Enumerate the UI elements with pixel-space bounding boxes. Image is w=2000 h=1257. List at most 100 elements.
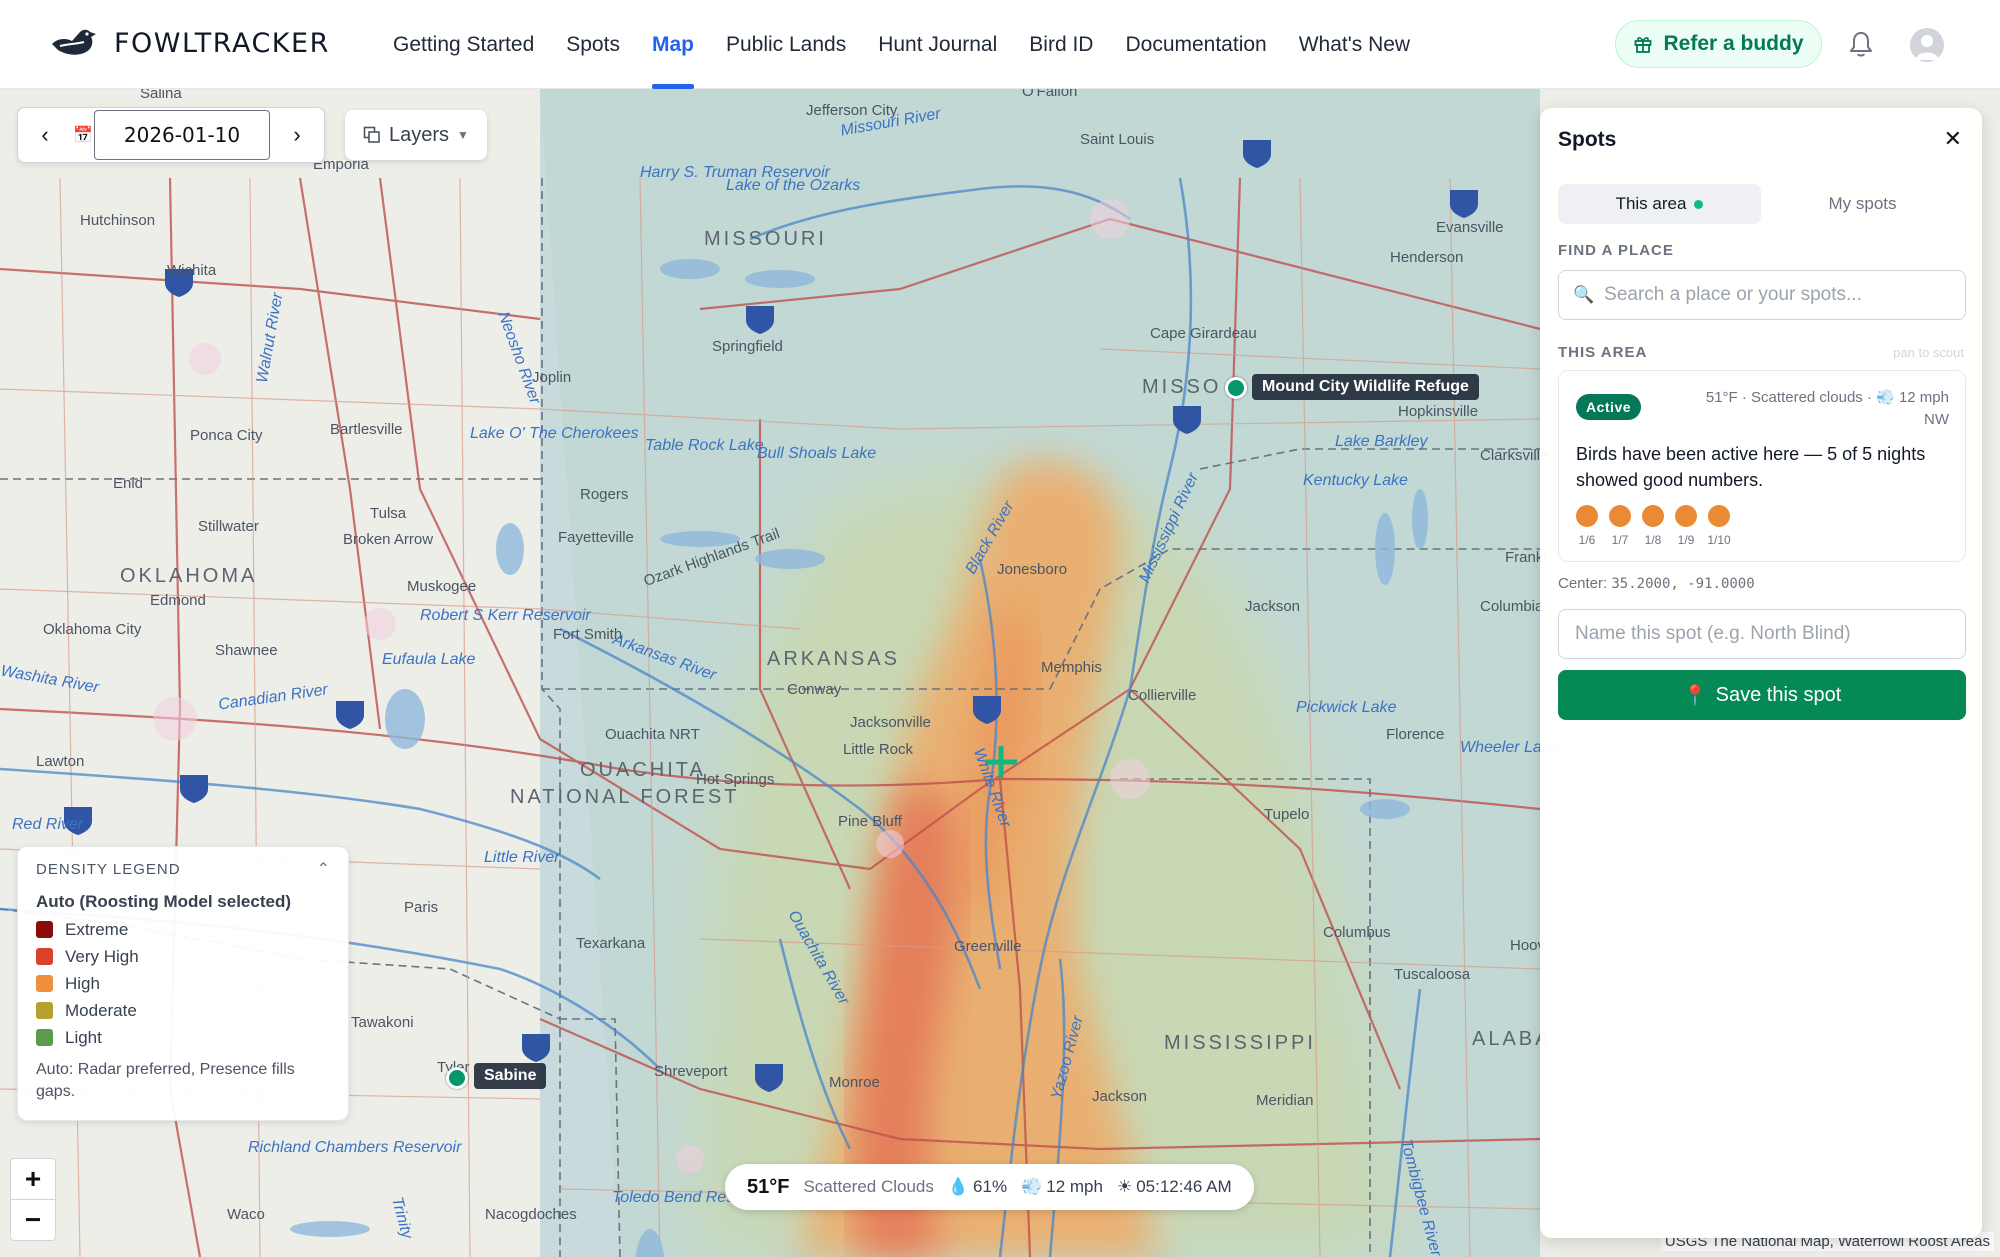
legend-swatch	[36, 921, 53, 938]
map-city-label: Tawakoni	[351, 1014, 414, 1031]
panel-title: Spots	[1558, 128, 1617, 151]
date-input[interactable]: 2026-01-10	[94, 110, 270, 160]
chevron-right-icon: ›	[293, 122, 301, 147]
map-city-label: Springfield	[712, 338, 783, 355]
map-feature-label: Ouachita NRT	[605, 726, 700, 743]
nav-hunt-journal[interactable]: Hunt Journal	[862, 0, 1013, 89]
map-city-label: Pine Bluff	[838, 813, 902, 830]
legend-swatch	[36, 1029, 53, 1046]
map-city-label: Bartlesville	[330, 421, 403, 438]
spot-marker-label[interactable]: Mound City Wildlife Refuge	[1252, 374, 1479, 400]
weather-time: 05:12:46 AM	[1136, 1177, 1232, 1196]
map-city-label: Hopkinsville	[1398, 403, 1479, 420]
nav-whats-new[interactable]: What's New	[1283, 0, 1426, 89]
spot-marker-dot[interactable]	[446, 1067, 468, 1089]
droplet-icon: 💧	[947, 1177, 970, 1196]
map-city-label: O'Fallon	[1022, 89, 1078, 100]
spot-marker-label[interactable]: Sabine	[474, 1063, 547, 1089]
prev-date-button[interactable]: ‹	[18, 108, 72, 162]
map-city-label: Tulsa	[370, 505, 407, 522]
main-nav: Getting Started Spots Map Public Lands H…	[377, 0, 1426, 89]
spots-tabs: This area My spots	[1558, 184, 1964, 224]
place-search-input[interactable]: 🔍 Search a place or your spots...	[1558, 270, 1966, 320]
map-center-crosshair-icon	[985, 746, 1017, 778]
night-indicator	[1609, 505, 1631, 527]
map-city-label: Shawnee	[215, 642, 278, 659]
tab-my-spots[interactable]: My spots	[1761, 184, 1964, 224]
find-place-label: FIND A PLACE	[1558, 242, 1674, 259]
legend-note: Auto: Radar preferred, Presence fills ga…	[36, 1061, 295, 1100]
map-city-label: Edmond	[150, 592, 206, 609]
map-feature-label: Pickwick Lake	[1296, 699, 1397, 716]
legend-label: Very High	[65, 946, 139, 966]
date-selector: ‹ 📅 2026-01-10 ›	[17, 107, 325, 163]
map-city-label: Columbia	[1480, 598, 1544, 615]
user-avatar[interactable]	[1910, 28, 1944, 62]
spot-name-input[interactable]: Name this spot (e.g. North Blind)	[1558, 609, 1966, 659]
map-feature-label: Table Rock Lake	[645, 437, 764, 454]
wind-icon: 💨	[1021, 1177, 1043, 1196]
map-city-label: Wichita	[167, 262, 217, 279]
save-spot-label: Save this spot	[1715, 683, 1842, 706]
night-date: 1/7	[1611, 533, 1629, 547]
map-city-label: Lawton	[36, 753, 85, 770]
map-city-label: Tupelo	[1264, 806, 1310, 823]
refer-buddy-button[interactable]: Refer a buddy	[1615, 20, 1822, 68]
save-spot-button[interactable]: 📍 Save this spot	[1558, 670, 1966, 720]
night-date: 1/10	[1707, 533, 1731, 547]
map-city-label: Meridian	[1256, 1092, 1314, 1109]
zoom-in-button[interactable]: +	[11, 1159, 55, 1199]
legend-item: High	[36, 970, 330, 997]
map-city-label: Shreveport	[654, 1063, 728, 1080]
close-icon[interactable]: ✕	[1944, 126, 1962, 152]
legend-label: Extreme	[65, 919, 129, 939]
night-indicator	[1675, 505, 1697, 527]
nav-public-lands[interactable]: Public Lands	[710, 0, 862, 89]
map-city-label: Jonesboro	[997, 561, 1068, 578]
map-city-label: Oklahoma City	[43, 621, 142, 638]
layers-dropdown[interactable]: Layers ▼	[345, 110, 487, 160]
map-state-label: MISSISSIPPI	[1164, 1032, 1316, 1054]
spot-marker-dot[interactable]	[1225, 377, 1247, 399]
sun-icon: ☀	[1116, 1177, 1133, 1196]
map-city-label: Clarksville	[1480, 447, 1549, 464]
legend-label: Moderate	[65, 1000, 137, 1020]
next-date-button[interactable]: ›	[270, 108, 324, 162]
map-city-label: Henderson	[1390, 249, 1464, 266]
map-feature-label: Kentucky Lake	[1303, 472, 1408, 489]
chevron-up-icon[interactable]: ⌃	[317, 859, 330, 879]
density-legend: DENSITY LEGEND ⌃ Auto (Roosting Model se…	[17, 846, 349, 1121]
map-river-label: Red River	[12, 816, 84, 833]
map-city-label: Enid	[113, 475, 144, 492]
nav-bird-id[interactable]: Bird ID	[1013, 0, 1109, 89]
night-item: 1/9	[1675, 505, 1697, 547]
zoom-out-button[interactable]: −	[11, 1199, 55, 1240]
map-city-label: Conway	[787, 681, 842, 698]
nav-map[interactable]: Map	[636, 0, 710, 89]
brand-logo[interactable]: FOWLTRACKER	[50, 26, 330, 60]
gift-icon	[1635, 37, 1652, 53]
weather-bar: 51°F Scattered Clouds 💧 61% 💨 12 mph ☀ 0…	[725, 1164, 1254, 1210]
nav-getting-started[interactable]: Getting Started	[377, 0, 550, 89]
pan-hint: pan to scout	[1893, 345, 1964, 360]
map-city-label: Little Rock	[843, 741, 914, 758]
activity-summary: Birds have been active here — 5 of 5 nig…	[1576, 444, 1926, 490]
map-city-label: Texarkana	[576, 935, 646, 952]
map-feature-label: Lake O' The Cherokees	[470, 425, 639, 442]
top-navbar: FOWLTRACKER Getting Started Spots Map Pu…	[0, 0, 2000, 89]
nav-spots[interactable]: Spots	[550, 0, 636, 89]
search-placeholder: Search a place or your spots...	[1604, 284, 1862, 305]
night-date: 1/6	[1578, 533, 1596, 547]
map-city-label: Monroe	[829, 1074, 880, 1091]
tab-this-area[interactable]: This area	[1558, 184, 1761, 224]
zoom-control: + −	[10, 1158, 56, 1241]
map-city-label: Florence	[1386, 726, 1445, 743]
notifications-bell-icon[interactable]	[1845, 28, 1877, 60]
map-city-label: Waco	[227, 1206, 265, 1223]
night-indicator	[1642, 505, 1664, 527]
night-item: 1/7	[1609, 505, 1631, 547]
nav-documentation[interactable]: Documentation	[1109, 0, 1282, 89]
legend-label: High	[65, 973, 100, 993]
map-feature-label: Lake Barkley	[1335, 433, 1428, 450]
map-feature-label: Bull Shoals Lake	[757, 445, 877, 462]
